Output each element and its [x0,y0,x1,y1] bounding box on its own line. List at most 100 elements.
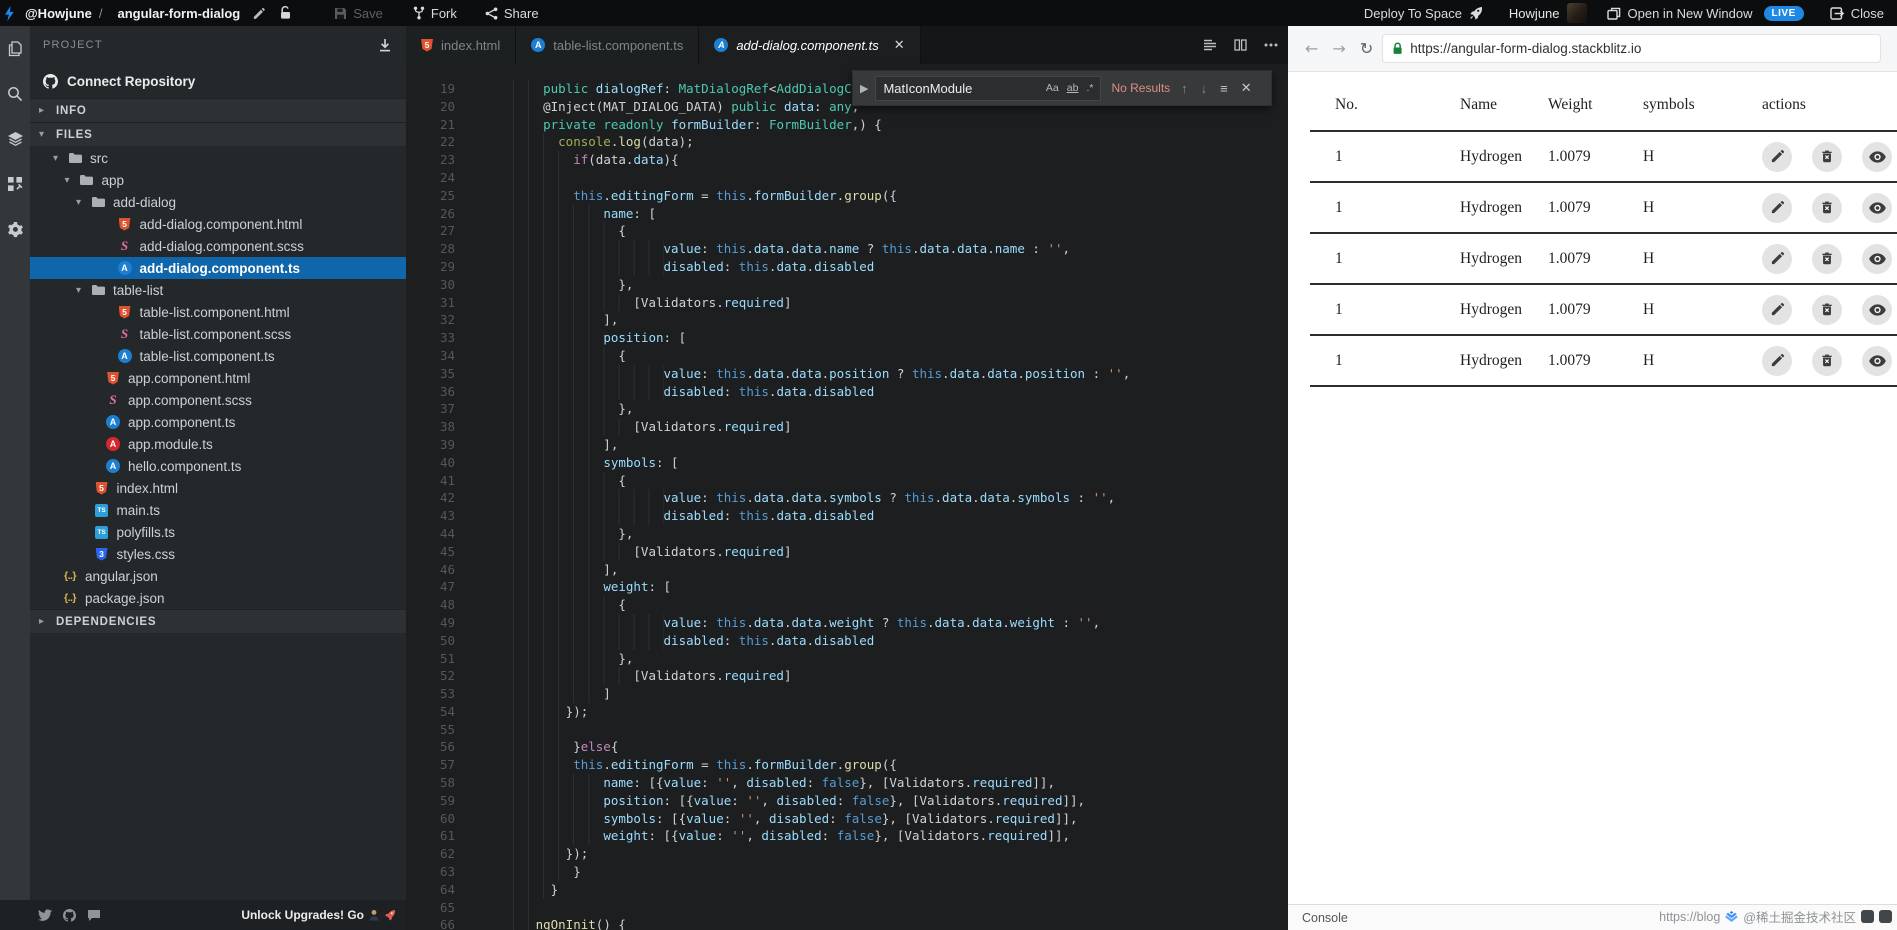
stackblitz-bolt-icon[interactable] [4,5,17,22]
code-line[interactable]: 42 value: this.data.data.symbols ? this.… [406,489,1288,508]
prev-match-icon[interactable]: ↑ [1181,81,1188,96]
code-line[interactable]: 23 if(data.data){ [406,151,1288,169]
refresh-icon[interactable]: ↻ [1360,39,1373,58]
tree-folder-app[interactable]: ▾ app [30,169,406,191]
code-editor[interactable]: 19 public dialogRef: MatDialogRef<AddDia… [406,64,1288,930]
code-line[interactable]: 45 [Validators.required] [406,542,1288,561]
view-button[interactable] [1862,141,1892,172]
tree-file-app.module.ts[interactable]: Aapp.module.ts [30,433,406,455]
share-button[interactable]: Share [485,6,539,21]
edit-button[interactable] [1762,141,1792,172]
code-line[interactable]: 30 }, [406,275,1288,294]
edit-button[interactable] [1762,192,1792,223]
code-line[interactable]: 27 { [406,222,1288,241]
github-icon[interactable] [63,908,76,922]
more-actions-icon[interactable] [1264,43,1278,47]
chat-icon[interactable] [87,909,101,922]
tab-add-dialog.component.ts[interactable]: Aadd-dialog.component.ts ✕ [699,26,921,64]
back-icon[interactable]: ← [1305,39,1318,58]
code-line[interactable]: 24 [406,168,1288,187]
edit-button[interactable] [1762,345,1792,376]
breadcrumb-user[interactable]: @Howjune [25,6,92,21]
project-files-icon[interactable] [8,40,23,58]
code-line[interactable]: 39 ], [406,435,1288,454]
delete-button[interactable] [1812,192,1842,223]
whole-word-icon[interactable]: ab [1067,82,1079,94]
code-line[interactable]: 52 [Validators.required] [406,667,1288,686]
collections-icon[interactable] [7,130,24,148]
code-line[interactable]: 64 } [406,880,1288,899]
code-line[interactable]: 49 value: this.data.data.weight ? this.d… [406,613,1288,632]
tree-file-table-list.component.html[interactable]: 5 table-list.component.html [30,301,406,323]
close-button[interactable]: Close [1830,6,1884,21]
code-line[interactable]: 58 name: [{value: '', disabled: false}, … [406,774,1288,792]
code-line[interactable]: 66 ngOnInit() { [406,916,1288,930]
unlock-upgrades-button[interactable]: Unlock Upgrades! Go [241,908,396,922]
match-case-icon[interactable]: Aa [1046,82,1059,94]
code-line[interactable]: 63 } [406,863,1288,881]
code-line[interactable]: 37 }, [406,400,1288,419]
code-line[interactable]: 34 { [406,346,1288,365]
search-icon[interactable] [7,85,23,103]
regex-icon[interactable]: .* [1086,82,1093,94]
tree-file-package.json[interactable]: {..} package.json [30,587,406,609]
tree-file-index.html[interactable]: 5 index.html [30,477,406,499]
split-editor-icon[interactable] [1234,39,1247,51]
tree-file-table-list.component.scss[interactable]: Stable-list.component.scss [30,323,406,345]
code-line[interactable]: 25 this.editingForm = this.formBuilder.g… [406,186,1288,205]
save-button[interactable]: Save [334,6,383,21]
tree-file-app.component.html[interactable]: 5 app.component.html [30,367,406,389]
open-files-list-icon[interactable] [1203,39,1217,51]
chevron-down-icon[interactable]: ▾ [53,153,58,164]
code-line[interactable]: 65 [406,898,1288,917]
tree-folder-src[interactable]: ▾ src [30,147,406,169]
code-line[interactable]: 29 disabled: this.data.disabled [406,257,1288,276]
code-line[interactable]: 26 name: [ [406,204,1288,223]
code-line[interactable]: 31 [Validators.required] [406,293,1288,312]
chevron-down-icon[interactable]: ▾ [65,175,70,186]
tree-file-styles.css[interactable]: 3 styles.css [30,543,406,565]
chevron-down-icon[interactable]: ▾ [76,197,81,208]
edit-pencil-icon[interactable] [252,7,265,20]
tree-file-angular.json[interactable]: {..} angular.json [30,565,406,587]
code-line[interactable]: 36 disabled: this.data.disabled [406,382,1288,401]
tree-file-polyfills.ts[interactable]: TS polyfills.ts [30,521,406,543]
tree-file-add-dialog.component.ts[interactable]: Aadd-dialog.component.ts [30,257,406,279]
view-button[interactable] [1862,192,1892,223]
tree-folder-add-dialog[interactable]: ▾ add-dialog [30,191,406,213]
tree-file-add-dialog.component.scss[interactable]: Sadd-dialog.component.scss [30,235,406,257]
code-line[interactable]: 22 console.log(data); [406,133,1288,152]
section-info[interactable]: ▸ INFO [30,98,406,122]
tab-index.html[interactable]: 5 index.html [406,26,517,64]
tab-table-list.component.ts[interactable]: Atable-list.component.ts [516,26,700,64]
code-line[interactable]: 59 position: [{value: '', disabled: fals… [406,791,1288,810]
code-line[interactable]: 35 value: this.data.data.position ? this… [406,364,1288,383]
open-new-window-button[interactable]: Open in New Window LIVE [1606,5,1804,21]
code-line[interactable]: 62 }); [406,845,1288,864]
code-line[interactable]: 56 }else{ [406,738,1288,757]
code-line[interactable]: 46 ], [406,560,1288,579]
tree-folder-table-list[interactable]: ▾ table-list [30,279,406,301]
tree-file-add-dialog.component.html[interactable]: 5 add-dialog.component.html [30,213,406,235]
delete-button[interactable] [1812,345,1842,376]
twitter-icon[interactable] [38,908,52,922]
url-bar[interactable]: https://angular-form-dialog.stackblitz.i… [1382,34,1881,63]
next-match-icon[interactable]: ↓ [1201,81,1208,96]
deploy-button[interactable]: Deploy To Space [1364,6,1483,21]
code-line[interactable]: 57 this.editingForm = this.formBuilder.g… [406,756,1288,775]
code-line[interactable]: 47 weight: [ [406,578,1288,597]
tree-file-main.ts[interactable]: TS main.ts [30,499,406,521]
fork-button[interactable]: Fork [413,6,457,21]
chevron-down-icon[interactable]: ▾ [76,285,81,296]
delete-button[interactable] [1812,294,1842,325]
code-line[interactable]: 38 [Validators.required] [406,418,1288,436]
close-icon[interactable]: ✕ [1241,80,1252,96]
close-tab-icon[interactable]: ✕ [894,37,905,53]
view-button[interactable] [1862,345,1892,376]
breadcrumb-project[interactable]: angular-form-dialog [117,6,240,21]
settings-gear-icon[interactable] [7,220,24,238]
forward-icon[interactable]: → [1332,39,1345,58]
tree-file-hello.component.ts[interactable]: Ahello.component.ts [30,455,406,477]
find-input[interactable]: MatIconModule Aa ab .* [875,75,1102,101]
edit-button[interactable] [1762,294,1792,325]
